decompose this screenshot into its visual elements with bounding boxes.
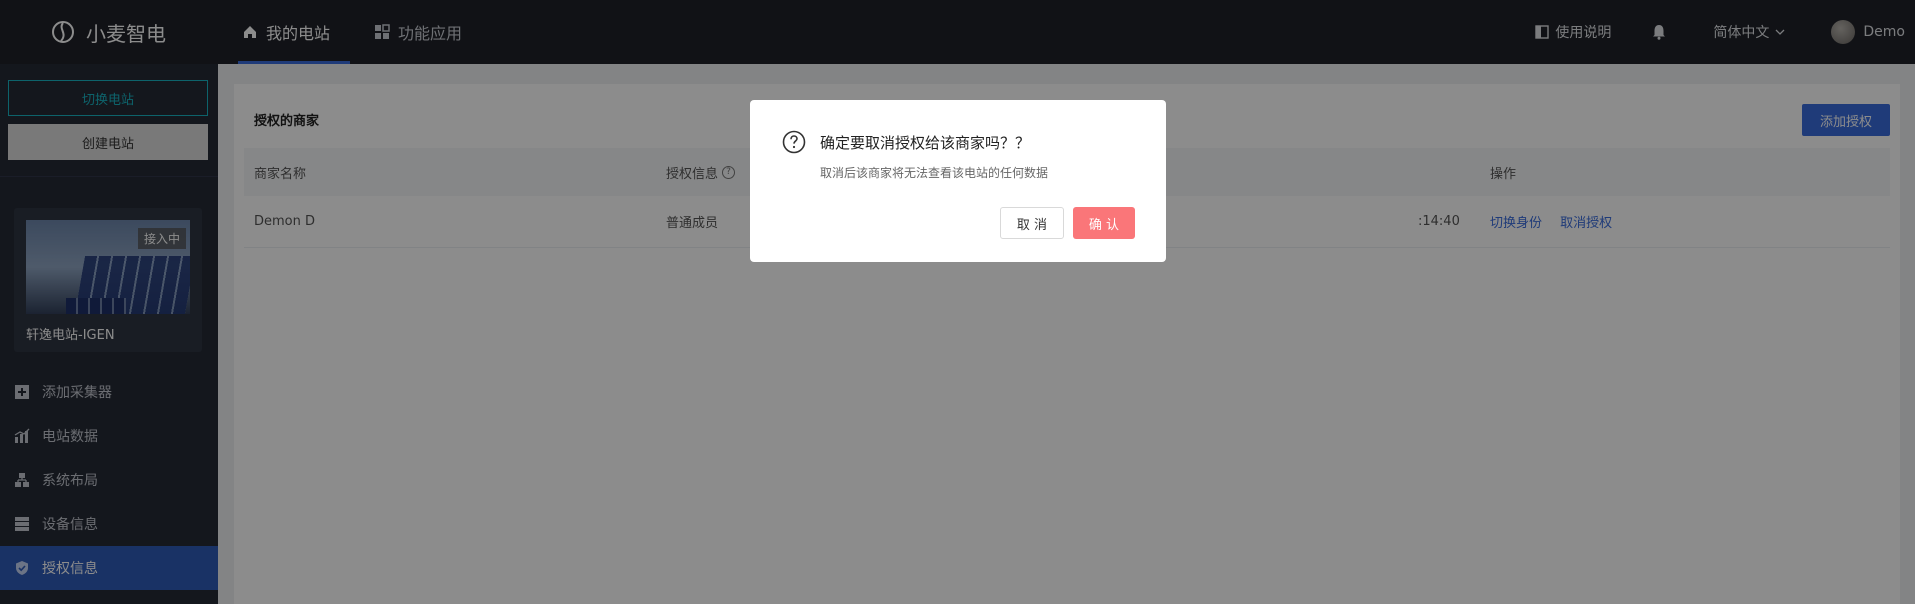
question-circle-icon [782,130,806,154]
cancel-button[interactable]: 取 消 [1000,207,1064,239]
modal-overlay[interactable] [0,0,1915,604]
dialog-title: 确定要取消授权给该商家吗？？ [820,134,1031,152]
dialog-description: 取消后该商家将无法查看该电站的任何数据 [820,166,1049,180]
confirm-button[interactable]: 确 认 [1073,207,1135,239]
confirm-dialog: 确定要取消授权给该商家吗？？ 取消后该商家将无法查看该电站的任何数据 取 消 确… [750,100,1166,262]
